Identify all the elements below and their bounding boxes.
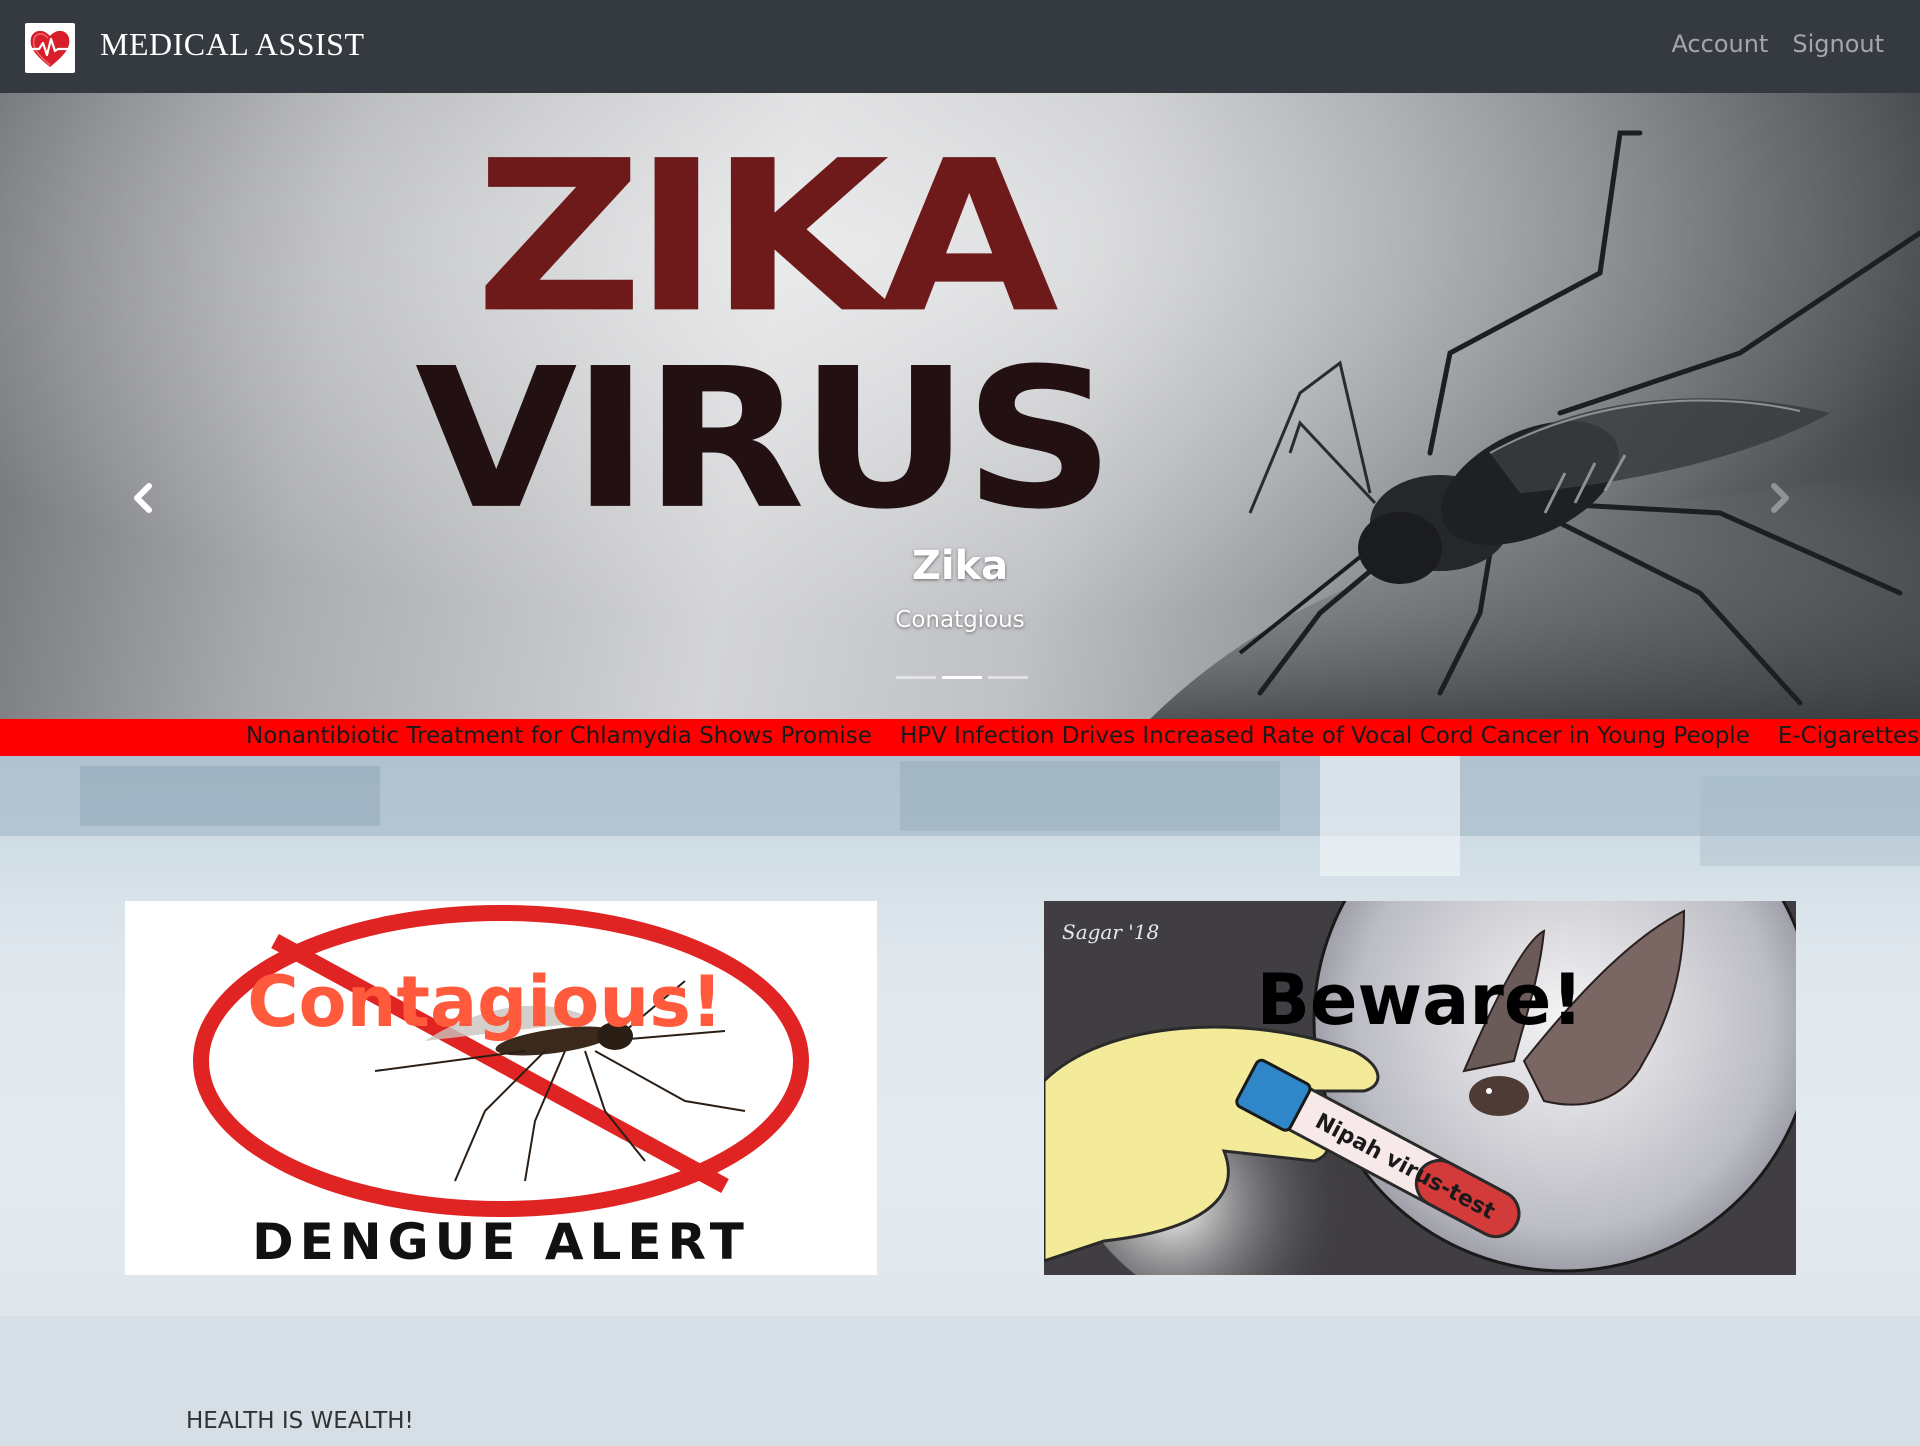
carousel-indicator-2[interactable] <box>942 676 982 679</box>
ticker-item[interactable]: E-Cigarettes Help <box>1778 723 1920 749</box>
carousel-caption: Zika Conatgious <box>760 543 1160 633</box>
slide-heading-zika: ZIKA <box>475 115 1059 359</box>
carousel-prev-button[interactable] <box>125 478 165 518</box>
carousel-indicators <box>896 676 1028 679</box>
beware-overlay-text: Beware! <box>1256 959 1584 1041</box>
brand-name[interactable]: MEDICAL ASSIST <box>100 26 365 63</box>
nav-links: Account Signout <box>1671 30 1884 58</box>
caption-subtitle: Conatgious <box>895 607 1025 633</box>
main-content: Contagious! DENGUE ALERT Nipah virus-tes… <box>0 756 1920 1446</box>
carousel-indicator-3[interactable] <box>988 676 1028 679</box>
footer-tagline: HEALTH IS WEALTH! <box>186 1408 414 1434</box>
dengue-alert-label: DENGUE ALERT <box>252 1213 750 1271</box>
account-link[interactable]: Account <box>1671 30 1768 58</box>
ticker-item[interactable]: Nonantibiotic Treatment for Chlamydia Sh… <box>246 723 872 749</box>
heart-pulse-icon[interactable] <box>25 23 75 73</box>
news-ticker: Nonantibiotic Treatment for Chlamydia Sh… <box>0 719 1920 756</box>
nipah-virus-image: Nipah virus-test Sagar '18 <box>1044 901 1796 1275</box>
chevron-right-icon <box>1771 483 1789 513</box>
carousel: ZIKA VIRUS Zika Conatgious <box>0 93 1920 719</box>
navbar: MEDICAL ASSIST Account Signout <box>0 0 1920 93</box>
dengue-alert-card[interactable]: Contagious! DENGUE ALERT <box>125 901 877 1275</box>
signout-link[interactable]: Signout <box>1792 30 1884 58</box>
chevron-left-icon <box>134 483 152 513</box>
contagious-overlay-text: Contagious! <box>247 961 723 1043</box>
carousel-next-button[interactable] <box>1760 478 1800 518</box>
artist-signature: Sagar '18 <box>1062 920 1159 944</box>
ticker-item[interactable]: HPV Infection Drives Increased Rate of V… <box>900 723 1750 749</box>
caption-title: Zika <box>911 543 1009 589</box>
nipah-beware-card[interactable]: Nipah virus-test Sagar '18 Beware! <box>1044 901 1796 1275</box>
carousel-indicator-1[interactable] <box>896 676 936 679</box>
news-ticker-track: Nonantibiotic Treatment for Chlamydia Sh… <box>246 723 1920 749</box>
slide-heading-virus: VIRUS <box>414 326 1115 552</box>
